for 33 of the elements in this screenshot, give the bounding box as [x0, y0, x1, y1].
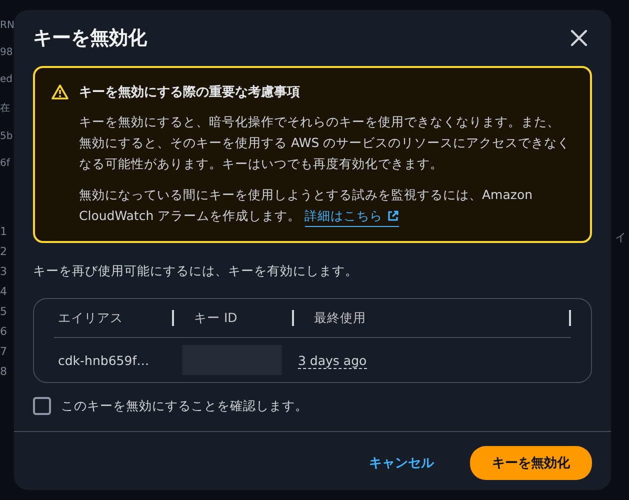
alert-text: キーを無効にすると、暗号化操作でそれらのキーを使用できなくなります。また、無効にすると、そのキーを使用する AWS のサービスのリソースにアクセスできなくなる可能性があります。キーはいつでも再度有効化できます。: [79, 113, 572, 173]
background-text: RN: [0, 20, 14, 31]
learn-more-link[interactable]: 詳細はこちら: [304, 205, 399, 227]
close-icon: [570, 29, 588, 47]
dialog-title: キーを無効化: [33, 26, 147, 51]
external-link-icon: [386, 210, 399, 222]
alert-title: キーを無効にする際の重要な考慮事項: [79, 84, 301, 101]
background-text: 5b: [0, 131, 14, 142]
line-number: 3: [0, 265, 8, 278]
checkbox-label: このキーを無効にすることを確認します。: [61, 398, 308, 414]
background-text: イ: [615, 230, 626, 246]
column-header: エイリアス: [54, 310, 174, 326]
line-number: 6: [0, 325, 8, 338]
line-number: 2: [0, 245, 8, 258]
line-number: 8: [0, 365, 8, 378]
cancel-button[interactable]: キャンセル: [363, 453, 440, 473]
background-text: 在: [0, 102, 11, 115]
warning-icon: [51, 84, 69, 100]
line-number: 4: [0, 285, 8, 298]
table-cell-text: cdk-hnb659f…: [57, 352, 150, 368]
column-header: 最終使用: [294, 310, 571, 326]
line-number: 5: [0, 305, 8, 318]
alert-text: 無効になっている間にキーを使用しようとする試みを監視するには、Amazon CloudWatch アラームを作成します。 詳細はこちら: [79, 184, 572, 227]
disable-key-button[interactable]: キーを無効化: [470, 446, 592, 480]
column-header: キー ID: [174, 310, 294, 326]
line-number: 7: [0, 345, 8, 358]
background-text: ed: [0, 74, 14, 85]
checkbox[interactable]: [33, 397, 51, 415]
info-text: キーを再び使用可能にするには、キーを有効にします。: [33, 263, 359, 280]
line-number: 1: [0, 225, 8, 238]
background-text: 98: [0, 47, 14, 58]
table-cell: 3 days ago: [298, 352, 367, 368]
background-text: 6f: [0, 158, 12, 169]
